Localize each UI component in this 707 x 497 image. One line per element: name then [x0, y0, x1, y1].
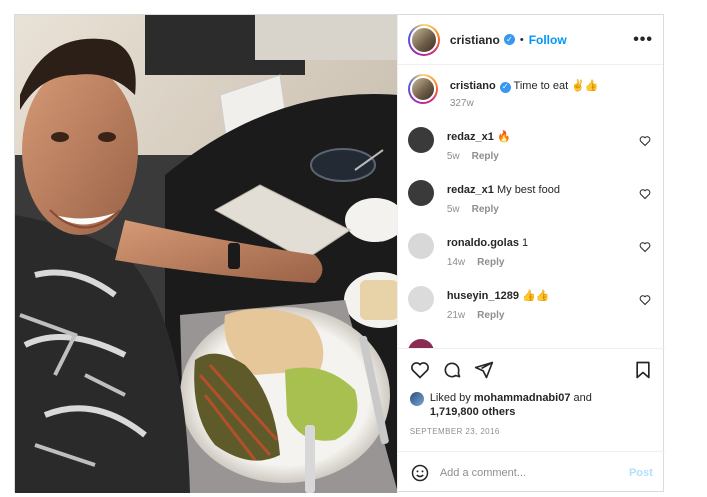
- more-options-icon[interactable]: •••: [633, 31, 653, 49]
- commenter-username[interactable]: huseyin_1289: [447, 290, 519, 302]
- add-comment-bar: Post: [397, 451, 665, 493]
- comment-row: redaz_x1 My best food 5w Reply: [407, 178, 655, 215]
- comment-bubble-icon[interactable]: [442, 360, 462, 380]
- liker-username[interactable]: mohammadnabi07: [474, 392, 571, 404]
- comment-row: ronaldo.golas 1 14w Reply: [407, 231, 655, 268]
- post-photo[interactable]: [15, 15, 397, 493]
- commenter-username[interactable]: ronaldo.golas: [447, 237, 519, 249]
- commenter-avatar[interactable]: [407, 127, 434, 153]
- post-actions: Liked by mohammadnabi07 and 1,719,800 ot…: [397, 348, 665, 436]
- comment-time[interactable]: 14w: [447, 257, 465, 268]
- commenter-username[interactable]: redaz_x1: [447, 184, 494, 196]
- reply-button[interactable]: Reply: [472, 204, 499, 215]
- reply-button[interactable]: Reply: [472, 151, 499, 162]
- save-bookmark-icon[interactable]: [633, 360, 653, 380]
- comment-time[interactable]: 21w: [447, 310, 465, 321]
- like-comment-heart-icon[interactable]: [639, 135, 651, 147]
- post-date[interactable]: SEPTEMBER 23, 2016: [410, 427, 653, 436]
- caption-username[interactable]: cristiano: [450, 80, 496, 92]
- comment-text: 1: [522, 237, 529, 249]
- verified-badge-icon: ✓: [503, 34, 515, 45]
- liker-avatar[interactable]: [409, 392, 424, 406]
- comment-text: My best food: [496, 184, 560, 196]
- comment-input[interactable]: [439, 466, 629, 479]
- follow-button[interactable]: Follow: [529, 33, 567, 47]
- like-comment-heart-icon[interactable]: [639, 294, 651, 306]
- like-comment-heart-icon[interactable]: [639, 241, 651, 253]
- commenter-avatar[interactable]: [407, 339, 434, 348]
- reply-button[interactable]: Reply: [477, 310, 504, 321]
- comment-time[interactable]: 5w: [447, 151, 460, 162]
- post-side-panel: cristiano ✓ • Follow ••• cristiano ✓ Time…: [396, 15, 665, 493]
- verified-badge-icon: ✓: [499, 81, 511, 93]
- caption-time[interactable]: 327w: [450, 98, 474, 109]
- comment-row-partial: [407, 337, 655, 348]
- commenter-avatar-placeholder[interactable]: [407, 286, 434, 312]
- comment-text: 👍👍: [522, 290, 550, 302]
- reply-button[interactable]: Reply: [477, 257, 504, 268]
- separator-dot: •: [519, 33, 524, 46]
- commenter-username[interactable]: redaz_x1: [447, 131, 494, 143]
- instagram-post: cristiano ✓ • Follow ••• cristiano ✓ Time…: [14, 14, 665, 493]
- caption-text: Time to eat ✌️👍: [513, 80, 599, 92]
- like-heart-icon[interactable]: [410, 360, 430, 380]
- comment-time[interactable]: 5w: [447, 204, 460, 215]
- likes-summary: Liked by mohammadnabi07 and 1,719,800 ot…: [409, 391, 653, 419]
- comment-row: redaz_x1 🔥 5w Reply: [407, 125, 655, 162]
- caption: cristiano ✓ Time to eat ✌️👍 327w: [407, 74, 655, 109]
- post-comment-button[interactable]: Post: [629, 467, 653, 479]
- commenter-avatar[interactable]: [407, 233, 434, 259]
- selfie-meal-image: [15, 15, 397, 493]
- author-avatar[interactable]: [407, 23, 440, 56]
- post-header: cristiano ✓ • Follow •••: [397, 15, 663, 65]
- action-icons: [410, 359, 653, 381]
- emoji-icon[interactable]: [410, 463, 430, 483]
- comment-row: huseyin_1289 👍👍 21w Reply: [407, 284, 655, 321]
- comment-text: 🔥: [496, 131, 511, 143]
- comments-list[interactable]: cristiano ✓ Time to eat ✌️👍 327w redaz_x1…: [398, 66, 665, 348]
- share-send-icon[interactable]: [474, 360, 494, 380]
- likes-count[interactable]: 1,719,800 others: [430, 406, 516, 418]
- author-username[interactable]: cristiano: [450, 33, 500, 47]
- caption-avatar[interactable]: [407, 74, 438, 104]
- like-comment-heart-icon[interactable]: [639, 188, 651, 200]
- commenter-avatar[interactable]: [407, 180, 434, 206]
- likes-prefix: Liked by: [429, 392, 471, 404]
- likes-middle: and: [573, 392, 592, 404]
